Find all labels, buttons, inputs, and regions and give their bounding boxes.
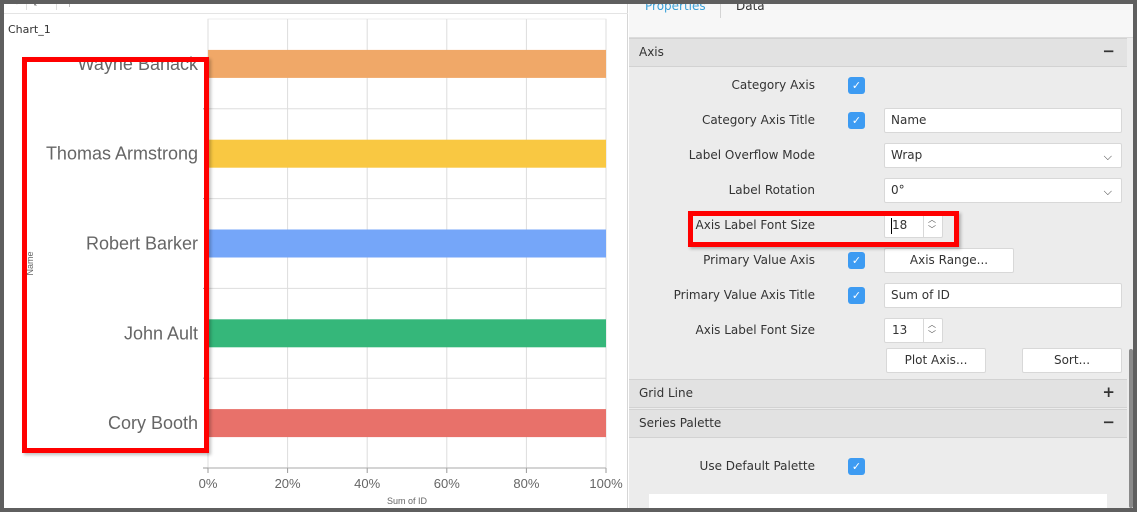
category-labels-highlight <box>22 57 209 453</box>
check-icon: ✓ <box>851 79 862 92</box>
category-axis-title-input[interactable]: Name <box>884 108 1122 133</box>
x-axis-title: Sum of ID <box>387 496 428 506</box>
collapse-icon[interactable]: − <box>1102 413 1115 431</box>
category-axis-label: Category Axis <box>731 78 815 92</box>
chevron-down-icon: ⌵ <box>1103 185 1112 198</box>
x-tick-label: 40% <box>354 476 380 491</box>
category-axis-title-checkbox[interactable]: ✓ <box>848 112 865 129</box>
primary-value-axis-title-checkbox[interactable]: ✓ <box>848 287 865 304</box>
x-tick-label: 60% <box>434 476 460 491</box>
sort-button[interactable]: Sort... <box>1022 348 1122 373</box>
label-rotation-dropdown[interactable]: 0° ⌵ <box>884 178 1122 203</box>
primary-value-axis-label: Primary Value Axis <box>703 253 815 267</box>
bar <box>208 49 606 78</box>
bar <box>208 319 606 348</box>
stepper-value: 13 <box>892 323 908 337</box>
axis-range-button[interactable]: Axis Range... <box>884 248 1014 273</box>
primary-value-axis-title-label: Primary Value Axis Title <box>673 288 815 302</box>
label-overflow-mode-dropdown[interactable]: Wrap ⌵ <box>884 143 1122 168</box>
scrollbar[interactable] <box>1129 349 1133 508</box>
value-axis-label-font-size-label: Axis Label Font Size <box>695 323 815 337</box>
chevron-down-icon: ⌵ <box>1103 150 1112 163</box>
chart-panel: ✎ ⤢ ǀ Chart_1 Wayne BanackThomas Armstro… <box>4 4 628 508</box>
dropdown-value: Wrap <box>891 148 923 162</box>
x-tick-label: 80% <box>513 476 539 491</box>
x-tick-label: 0% <box>199 476 218 491</box>
grid-line-section-header[interactable]: Grid Line + <box>629 379 1127 408</box>
plot-axis-button[interactable]: Plot Axis... <box>886 348 986 373</box>
value-axis-label-font-size-stepper[interactable]: 13 ︿ ﹀ <box>884 318 943 343</box>
section-title: Series Palette <box>639 416 722 430</box>
section-title: Axis <box>639 45 664 59</box>
label-rotation-label: Label Rotation <box>728 183 815 197</box>
decrement-icon[interactable]: ﹀ <box>928 330 936 340</box>
properties-panel: Properties Data Axis − Category Axis ✓ C… <box>629 4 1133 508</box>
primary-value-axis-title-input[interactable]: Sum of ID <box>884 283 1122 308</box>
label-overflow-mode-label: Label Overflow Mode <box>688 148 815 162</box>
primary-value-axis-checkbox[interactable]: ✓ <box>848 252 865 269</box>
x-tick-label: 20% <box>275 476 301 491</box>
series-palette-section-header[interactable]: Series Palette − <box>629 409 1127 438</box>
check-icon: ✓ <box>851 460 862 473</box>
panel-tabs: Properties Data <box>629 4 1133 38</box>
increment-icon[interactable]: ︿ <box>928 320 936 330</box>
stepper-arrows: ︿ ﹀ <box>923 319 942 342</box>
dropdown-value: 0° <box>891 183 905 197</box>
collapse-icon[interactable]: − <box>1102 42 1115 60</box>
font-size-highlight <box>688 211 959 247</box>
palette-list <box>649 494 1107 508</box>
bar <box>208 409 606 438</box>
section-title: Grid Line <box>639 386 694 400</box>
bar <box>208 229 606 258</box>
check-icon: ✓ <box>851 289 862 302</box>
category-axis-checkbox[interactable]: ✓ <box>848 77 865 94</box>
use-default-palette-label: Use Default Palette <box>699 459 815 473</box>
tab-separator <box>720 4 721 18</box>
check-icon: ✓ <box>851 254 862 267</box>
expand-icon[interactable]: + <box>1102 383 1115 401</box>
tab-data[interactable]: Data <box>736 4 765 14</box>
x-tick-label: 100% <box>589 476 623 491</box>
category-axis-title-label: Category Axis Title <box>701 113 815 127</box>
bar <box>208 139 606 168</box>
check-icon: ✓ <box>851 114 862 127</box>
axis-section-header[interactable]: Axis − <box>629 38 1127 67</box>
use-default-palette-checkbox[interactable]: ✓ <box>848 458 865 475</box>
tab-properties[interactable]: Properties <box>645 4 706 14</box>
app-frame: ✎ ⤢ ǀ Chart_1 Wayne BanackThomas Armstro… <box>4 4 1133 508</box>
